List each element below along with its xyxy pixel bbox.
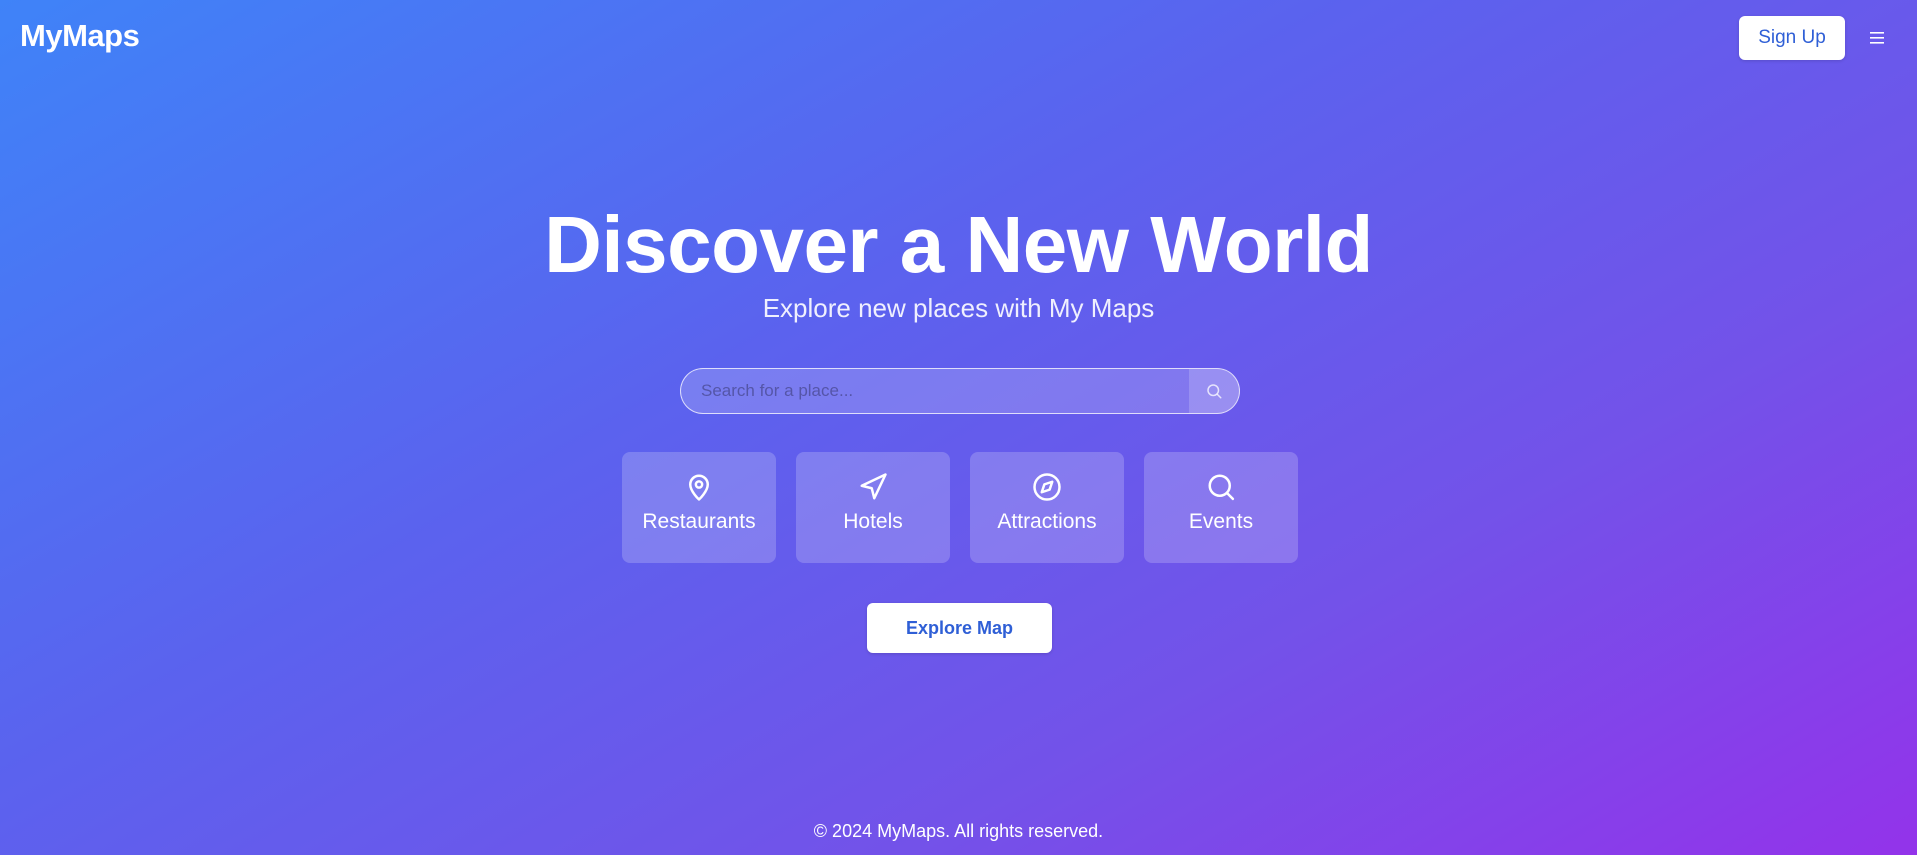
category-label: Restaurants: [642, 510, 756, 533]
search-button[interactable]: [1189, 369, 1239, 413]
search-icon: [1208, 474, 1235, 501]
compass-icon: [1033, 473, 1061, 501]
hero-title: Discover a New World: [544, 200, 1373, 289]
category-attractions[interactable]: Attractions: [970, 452, 1124, 563]
search-icon: [1207, 384, 1222, 399]
app-logo[interactable]: MyMaps: [20, 18, 140, 54]
map-pin-icon: [689, 474, 709, 501]
search-bar: [680, 368, 1240, 414]
footer-copyright: © 2024 MyMaps. All rights reserved.: [813, 821, 1104, 841]
category-restaurants[interactable]: Restaurants: [622, 452, 776, 563]
category-events[interactable]: Events: [1144, 452, 1298, 563]
category-label: Hotels: [843, 510, 903, 533]
category-label: Events: [1188, 510, 1254, 533]
category-label: Attractions: [997, 510, 1097, 533]
hero-subtitle: Explore new places with My Maps: [762, 293, 1155, 323]
sign-up-button[interactable]: Sign Up: [1739, 16, 1845, 60]
search-input[interactable]: [681, 369, 1189, 413]
explore-map-button[interactable]: Explore Map: [867, 603, 1052, 653]
category-list: Restaurants Hotels Attractions Events: [622, 452, 1298, 563]
navigation-arrow-icon: [860, 473, 887, 500]
hamburger-menu-icon[interactable]: [1868, 30, 1886, 46]
category-hotels[interactable]: Hotels: [796, 452, 950, 563]
